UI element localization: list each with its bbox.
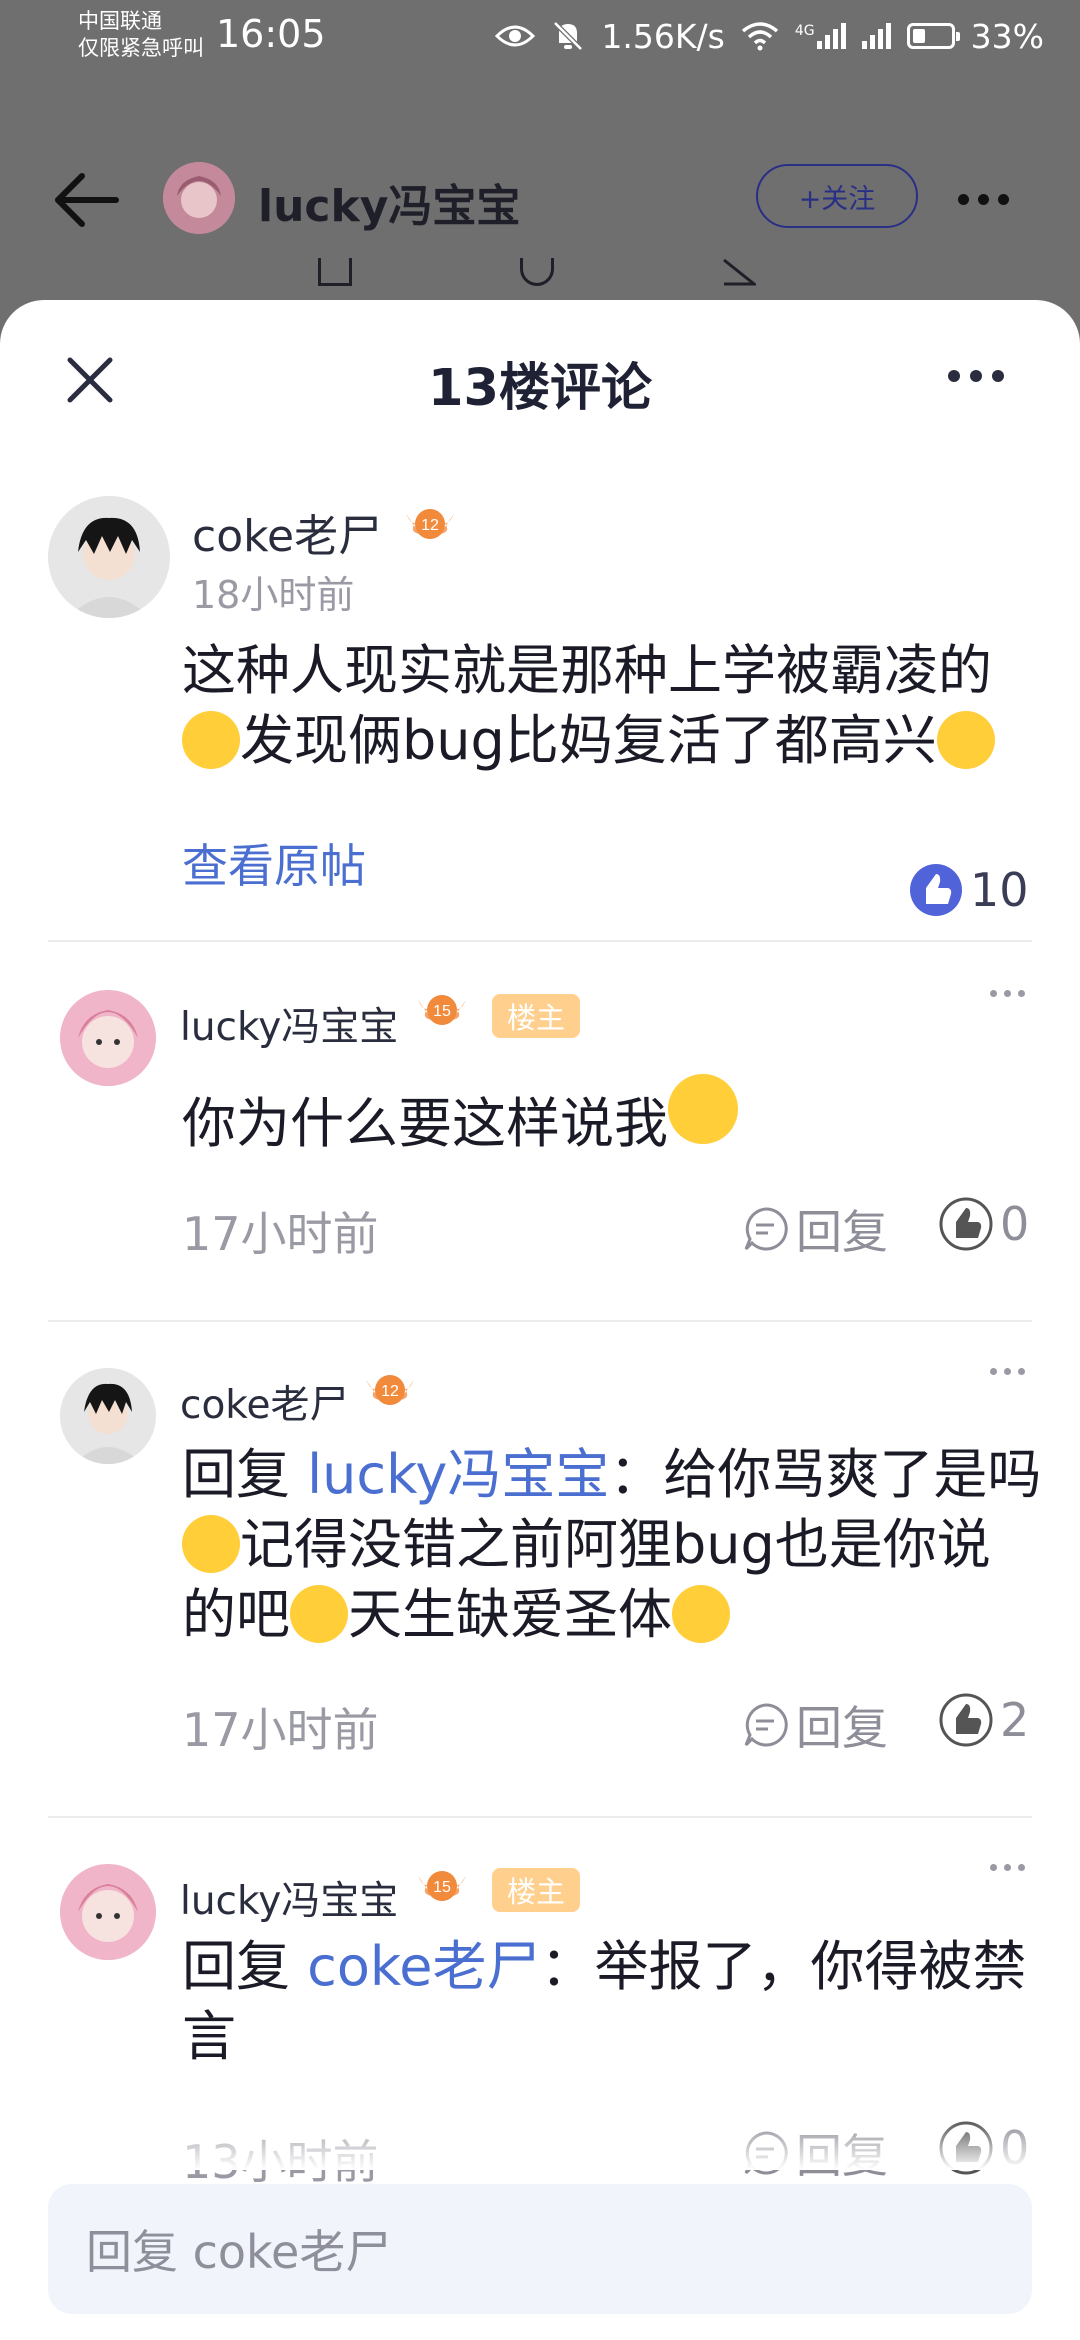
carrier-name: 中国联通 — [78, 9, 162, 33]
like-icon — [939, 1197, 993, 1251]
reply-more-icon[interactable] — [990, 990, 1025, 997]
like-count: 10 — [970, 863, 1029, 917]
reply-text: 回复 lucky冯宝宝：给你骂爽了是吗 记得没错之前阿狸bug也是你说 的吧 天生… — [182, 1440, 1042, 1650]
rofl-emoji-icon — [672, 1585, 730, 1643]
divider — [48, 940, 1032, 942]
follow-button[interactable]: +关注 — [756, 164, 918, 228]
reply-author[interactable]: coke老尸 — [180, 1374, 349, 1430]
comment-time: 18小时前 — [192, 573, 355, 617]
comment-text-line2: 发现俩bug比妈复活了都高兴 — [240, 709, 937, 772]
divider — [48, 1816, 1032, 1818]
reply-text: 你为什么要这样说我 — [182, 1074, 1032, 1159]
thinking-emoji-icon — [290, 1585, 348, 1643]
carrier-info: 中国联通 仅限紧急呼叫 — [78, 8, 204, 62]
more-options-icon[interactable] — [958, 194, 1009, 205]
reply-input-placeholder: 回复 coke老尸 — [86, 2225, 392, 2279]
reply-prefix: 回复 — [182, 1443, 290, 1506]
like-count: 2 — [1000, 1693, 1030, 1747]
ghost-circle-icon — [520, 258, 554, 286]
sick-emoji-icon — [668, 1074, 738, 1144]
signal-icon: 4G — [795, 23, 846, 49]
reply-author[interactable]: lucky冯宝宝 — [180, 996, 398, 1052]
rofl-emoji-icon — [182, 711, 240, 769]
reply-mention[interactable]: lucky冯宝宝 — [307, 1443, 609, 1506]
comment-text-line1: 这种人现实就是那种上学被霸凌的 — [182, 639, 992, 702]
main-like-button[interactable]: 10 — [908, 862, 1029, 918]
level-number: 12 — [381, 1383, 399, 1400]
reply-more-icon[interactable] — [990, 1368, 1025, 1375]
carrier-status: 仅限紧急呼叫 — [78, 36, 204, 60]
battery-percent: 33% — [970, 16, 1044, 56]
divider — [48, 1320, 1032, 1322]
no-sim-icon — [861, 23, 891, 49]
reply-text-body: 的吧 — [182, 1583, 290, 1646]
like-button[interactable]: 0 — [938, 1196, 1029, 1252]
reply-mention[interactable]: coke老尸 — [307, 1935, 540, 1998]
signal-label: 4G — [794, 23, 815, 39]
reply-text-body: 记得没错之前阿狸bug也是你说 — [240, 1513, 991, 1576]
reply-button[interactable]: 回复 — [742, 1692, 888, 1758]
reply-more-icon[interactable] — [990, 1864, 1025, 1871]
comment-bubble-icon — [744, 1207, 788, 1251]
reply-input[interactable]: 回复 coke老尸 — [48, 2184, 1032, 2314]
like-icon — [939, 1693, 993, 1747]
sheet-title: 13楼评论 — [428, 359, 652, 418]
level-badge-icon: 12 — [406, 509, 454, 539]
comment-bubble-icon — [744, 1703, 788, 1747]
sheet-more-icon[interactable] — [948, 370, 1004, 382]
eye-icon — [495, 22, 536, 50]
scroll-fade — [0, 2120, 1080, 2170]
op-badge: 楼主 — [492, 1868, 580, 1912]
reply-text-body: 言 — [182, 2005, 236, 2068]
reply-prefix: 回复 — [182, 1935, 290, 1998]
ghost-square-icon — [318, 258, 352, 286]
reply-avatar[interactable] — [60, 990, 156, 1086]
comment-sheet: 13楼评论 coke老尸 12 18小时前 这种人现实就是那种上学被霸凌的 发现… — [0, 300, 1080, 2340]
reply-time: 17小时前 — [182, 1703, 379, 1757]
yum-emoji-icon — [182, 1515, 240, 1573]
op-badge: 楼主 — [492, 994, 580, 1038]
like-button[interactable]: 2 — [938, 1692, 1029, 1748]
back-arrow-icon[interactable] — [52, 170, 122, 230]
reply-text-body: ：举报了，你得被禁 — [540, 1935, 1027, 1998]
reply-text-body: 你为什么要这样说我 — [182, 1092, 668, 1155]
level-number: 15 — [433, 1003, 451, 1020]
reply-time: 17小时前 — [182, 1207, 379, 1261]
ghost-triangle-icon — [722, 258, 759, 286]
level-badge-icon: 15 — [418, 995, 466, 1025]
reply-label: 回复 — [796, 1205, 888, 1259]
post-header: lucky冯宝宝 +关注 — [0, 150, 1080, 250]
reply-avatar[interactable] — [60, 1864, 156, 1960]
status-bar: 中国联通 仅限紧急呼叫 16:05 1.56K/s 4G 33% — [0, 0, 1080, 75]
reply-text: 回复 coke老尸：举报了，你得被禁 言 — [182, 1932, 1042, 2072]
like-filled-icon — [910, 864, 962, 916]
rofl-emoji-icon — [936, 711, 995, 769]
commenter-avatar[interactable] — [48, 496, 170, 618]
author-avatar[interactable] — [163, 162, 235, 234]
reply-author[interactable]: lucky冯宝宝 — [180, 1870, 398, 1926]
comment-author[interactable]: coke老尸 — [192, 500, 382, 564]
net-speed: 1.56K/s — [601, 16, 725, 56]
status-time: 16:05 — [216, 12, 326, 56]
author-name[interactable]: lucky冯宝宝 — [258, 170, 520, 234]
reply-button[interactable]: 回复 — [742, 1196, 888, 1262]
battery-icon — [906, 23, 960, 49]
level-badge-icon: 15 — [418, 1871, 466, 1901]
reply-text-body: ：给你骂爽了是吗 — [609, 1443, 1042, 1506]
reply-text-body: 天生缺爱圣体 — [348, 1583, 672, 1646]
bell-off-icon — [551, 19, 585, 53]
level-number: 15 — [433, 1879, 451, 1896]
view-original-link[interactable]: 查看原帖 — [182, 830, 366, 896]
reply-label: 回复 — [796, 1701, 888, 1755]
like-count: 0 — [1000, 1197, 1030, 1251]
comment-text: 这种人现实就是那种上学被霸凌的 发现俩bug比妈复活了都高兴 — [182, 636, 1032, 776]
reply-avatar[interactable] — [60, 1368, 156, 1464]
level-number: 12 — [421, 517, 439, 534]
level-badge-icon: 12 — [366, 1375, 414, 1405]
wifi-icon — [741, 21, 779, 51]
